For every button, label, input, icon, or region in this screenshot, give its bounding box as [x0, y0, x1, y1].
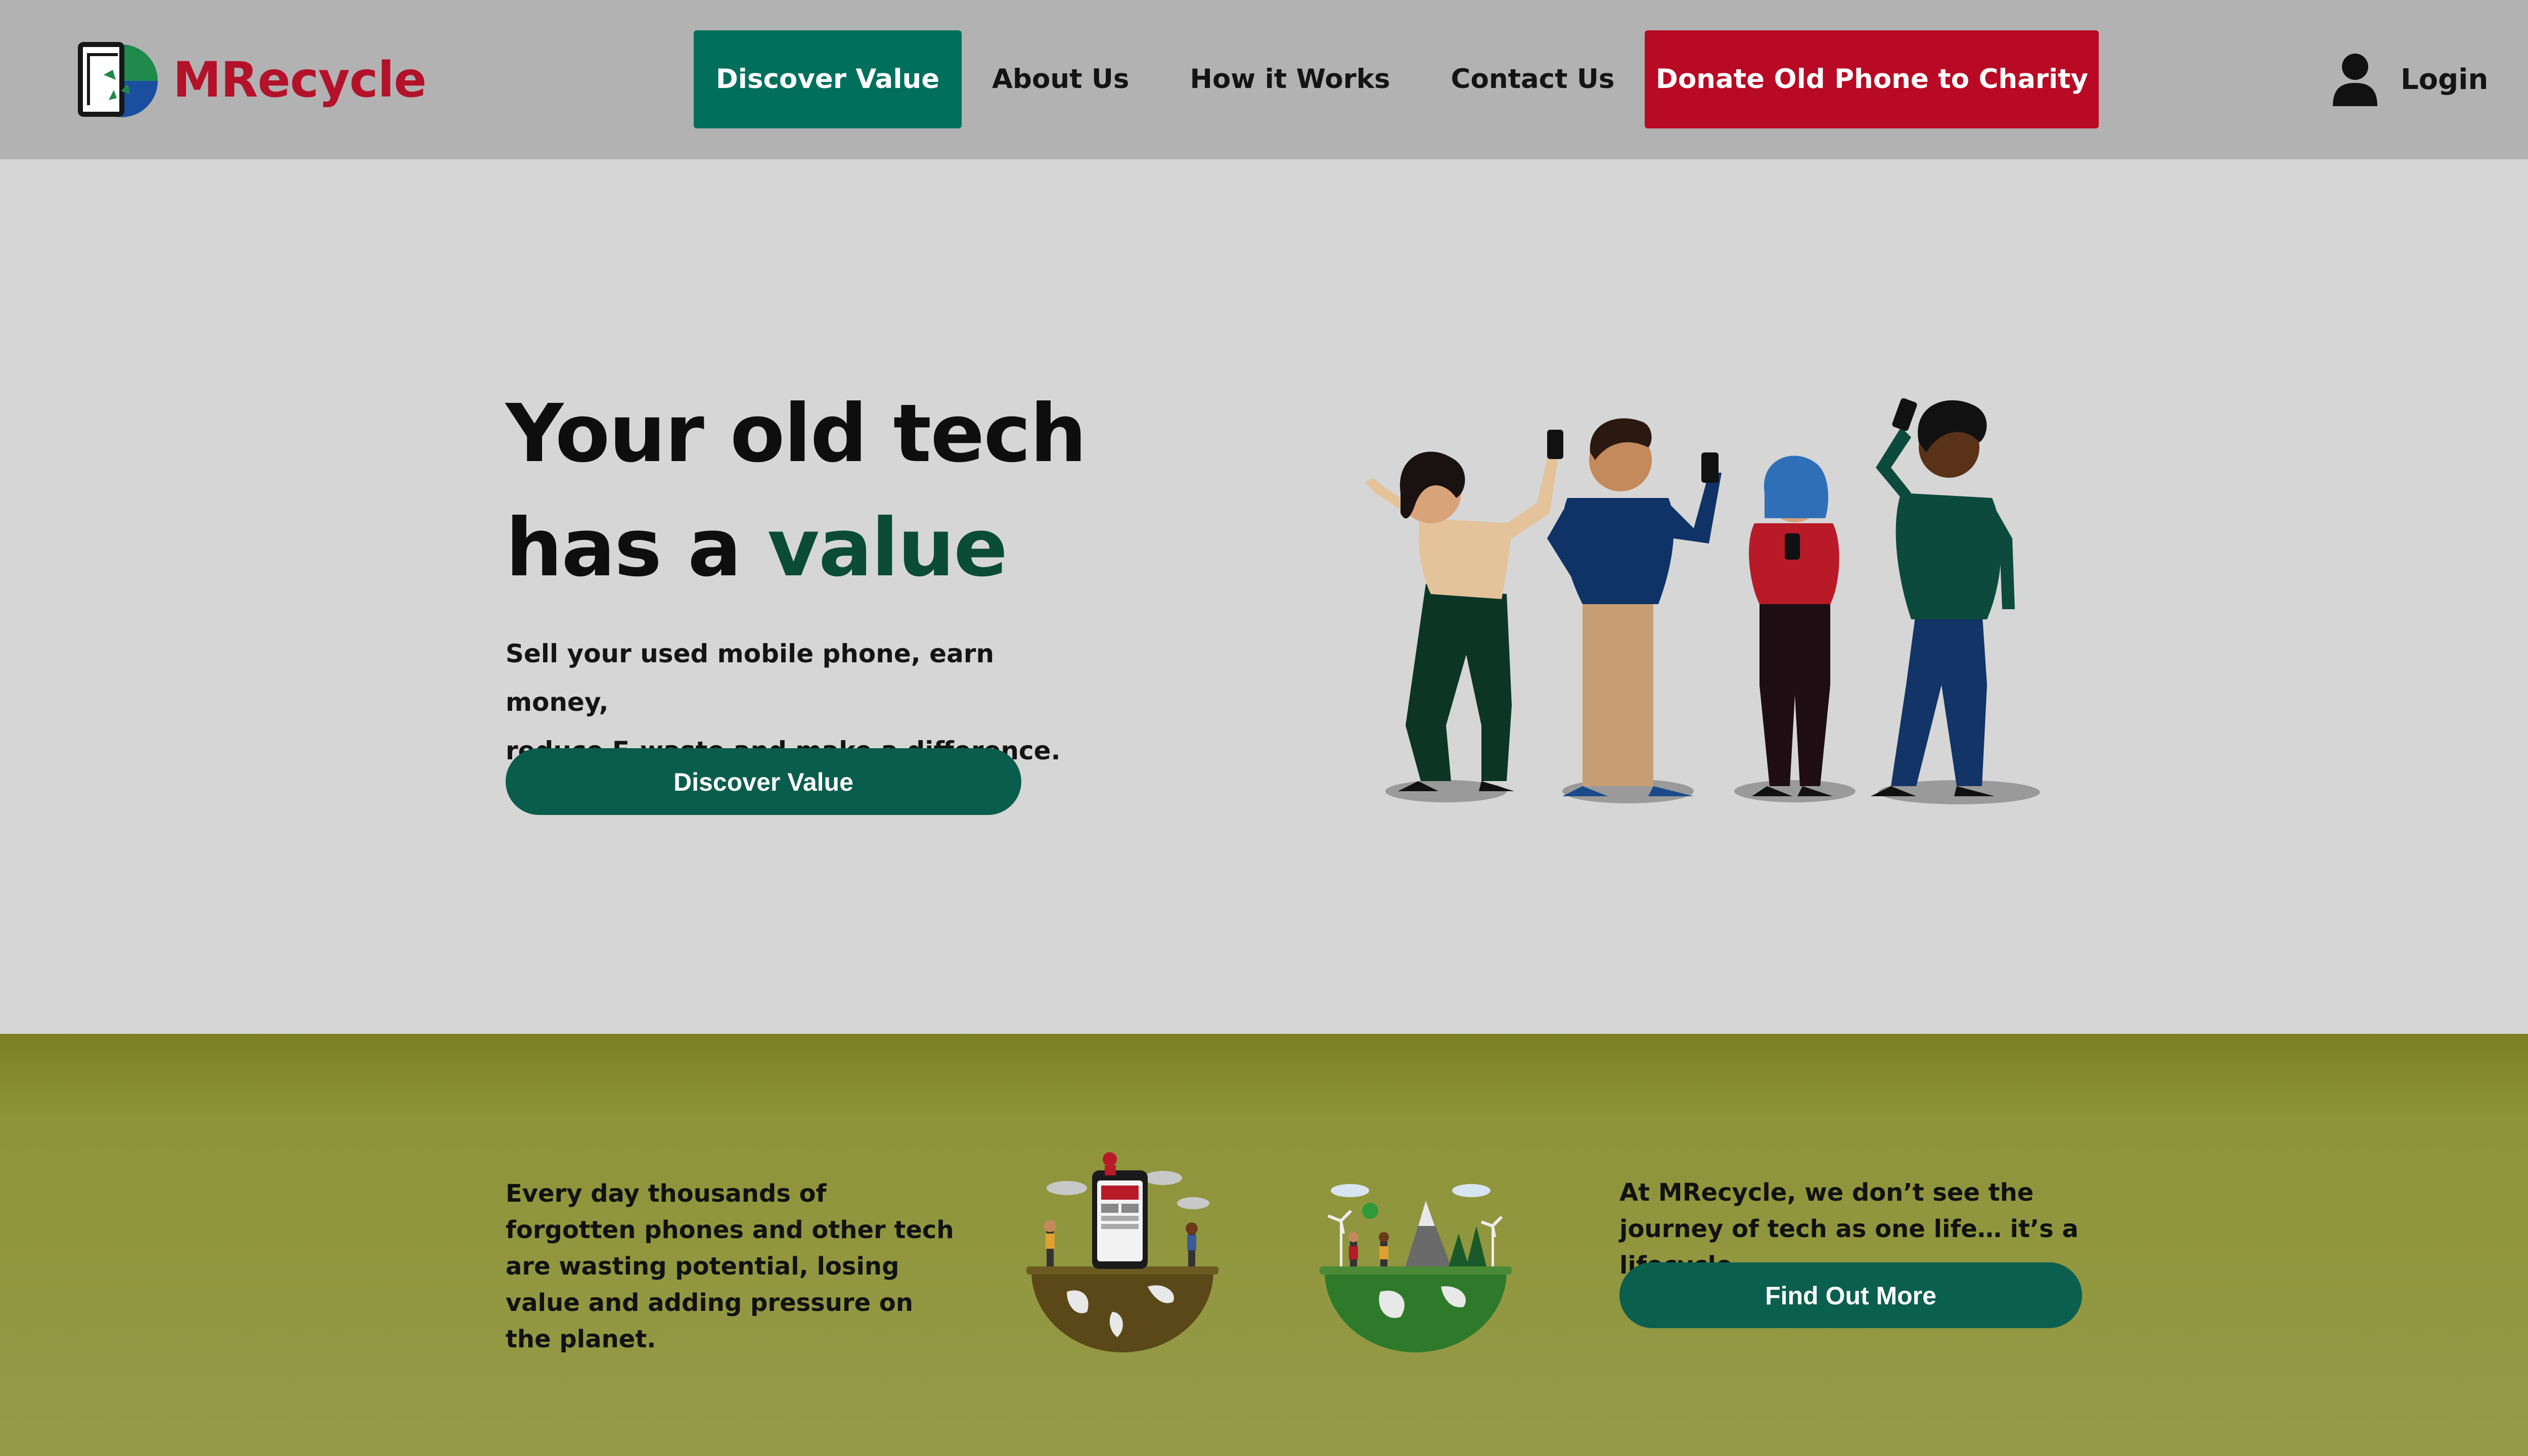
nav-about-us[interactable]: About Us — [962, 30, 1159, 128]
user-icon — [2333, 53, 2377, 106]
nav-discover-value[interactable]: Discover Value — [694, 30, 962, 128]
site-header: MRecycle Discover Value About Us How it … — [0, 0, 2528, 159]
login-label: Login — [2401, 63, 2489, 96]
brand-name: MRecycle — [173, 52, 427, 108]
person-4-figure — [1871, 398, 2015, 796]
person-2-figure — [1547, 418, 1722, 796]
forgotten-phones-text: Every day thousands of forgotten phones … — [506, 1179, 954, 1353]
person-1-figure — [1365, 430, 1563, 791]
earth-with-phone-illustration — [1026, 1152, 1218, 1352]
lifecycle-section: Every day thousands of forgotten phones … — [0, 1034, 2528, 1456]
people-with-phones-illustration — [1365, 398, 2040, 804]
hero-subtitle-line1: Sell your used mobile phone, earn money, — [506, 639, 995, 717]
hero-title: Your old tech has a value — [506, 377, 1087, 605]
nav-how-it-works[interactable]: How it Works — [1159, 30, 1420, 128]
recycle-phone-logo-icon — [78, 42, 158, 117]
hero-discover-value-button[interactable]: Discover Value — [506, 748, 1021, 815]
person-3-figure — [1749, 456, 1839, 796]
find-out-more-button[interactable]: Find Out More — [1619, 1262, 2082, 1328]
green-earth-illustration — [1320, 1184, 1512, 1352]
main-nav: Discover Value About Us How it Works Con… — [694, 30, 2099, 128]
nav-contact-us[interactable]: Contact Us — [1421, 30, 1645, 128]
login-button[interactable]: Login — [2331, 51, 2488, 109]
brand-logo[interactable]: MRecycle — [73, 39, 427, 120]
hero-title-accent: value — [767, 502, 1008, 595]
hero-title-line2-prefix: has a — [506, 502, 768, 595]
hero-title-line1: Your old tech — [506, 387, 1087, 480]
hero-section: Your old tech has a value Sell your used… — [0, 159, 2528, 1034]
nav-donate-phone-button[interactable]: Donate Old Phone to Charity — [1645, 30, 2099, 128]
